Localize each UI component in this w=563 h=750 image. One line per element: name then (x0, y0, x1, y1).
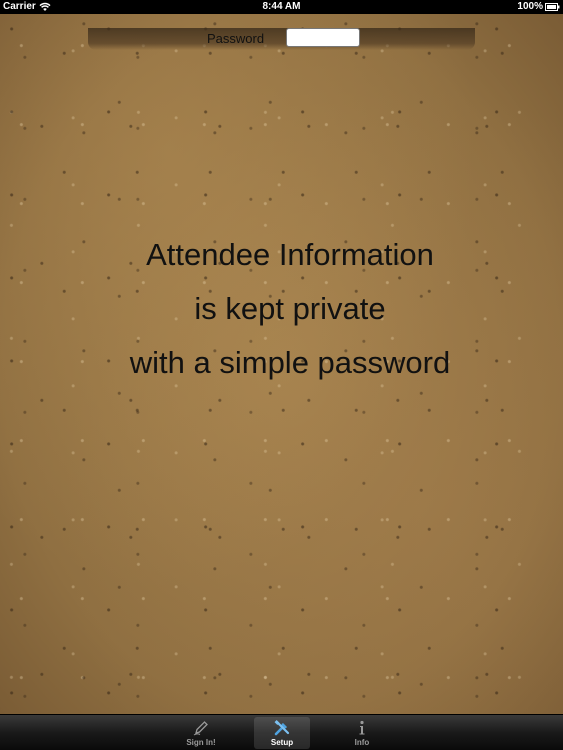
tab-label: Sign In! (186, 738, 216, 747)
status-time: 8:44 AM (262, 1, 301, 12)
info-icon (359, 720, 365, 735)
password-input[interactable] (286, 28, 360, 47)
battery-icon (545, 3, 560, 11)
tools-icon (274, 720, 290, 736)
tab-label: Info (354, 738, 370, 747)
tab-label: Setup (270, 738, 294, 747)
status-bar: Carrier 8:44 AM 100% (0, 0, 563, 14)
password-label: Password (207, 31, 265, 46)
tab-info[interactable]: Info (334, 717, 390, 749)
tab-setup[interactable]: Setup (254, 717, 310, 749)
tab-bar: Sign In! Setup Info (0, 714, 563, 750)
tab-sign-in[interactable]: Sign In! (173, 717, 229, 749)
battery-percent: 100% (517, 1, 543, 12)
clipboard-clip (88, 28, 475, 50)
message-line-2: is kept private (194, 291, 386, 326)
app-screen: Carrier 8:44 AM 100% Password Attendee I… (0, 0, 563, 750)
privacy-message: Attendee Information is kept private wit… (0, 228, 563, 390)
message-line-1: Attendee Information (146, 237, 434, 272)
message-line-3: with a simple password (129, 345, 451, 380)
pencil-icon (193, 721, 208, 736)
